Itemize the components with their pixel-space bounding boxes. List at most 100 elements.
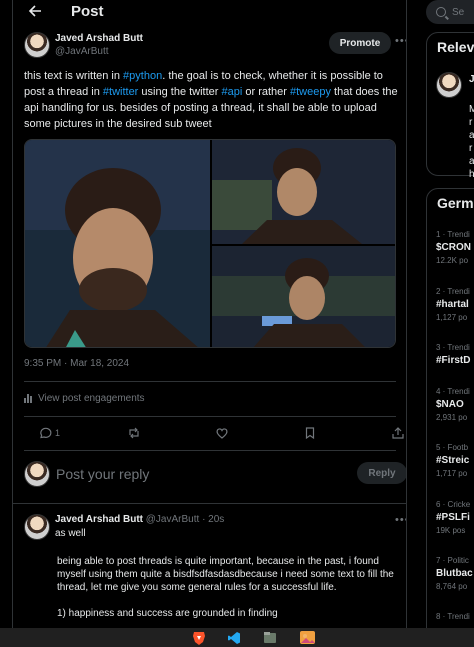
trend-count: 12.2K po — [436, 256, 469, 265]
tweet-media-grid[interactable] — [24, 139, 396, 348]
trend-count: 8,764 po — [436, 582, 468, 591]
trend-item[interactable]: 6 · Cricke #PSLFi 19K pos — [436, 500, 470, 535]
share-action[interactable] — [391, 426, 405, 440]
trends-title: Germ — [437, 195, 474, 211]
trend-meta: 2 · Trendi — [436, 287, 470, 296]
avatar — [24, 461, 50, 487]
trend-meta: 3 · Trendi — [436, 343, 470, 352]
trend-item[interactable]: 7 · Politic Blutbac 8,764 po — [436, 556, 473, 591]
trend-name: #FirstD — [436, 355, 471, 366]
trend-count: 2,931 po — [436, 413, 468, 422]
tweet-author: Javed Arshad Butt @JavArButt Promote ••• — [24, 32, 406, 58]
trend-name: #hartal — [436, 299, 469, 310]
bookmark-action[interactable] — [303, 426, 317, 440]
like-action[interactable] — [215, 426, 229, 440]
back-arrow-icon[interactable] — [25, 1, 45, 21]
tweet-text-segment: using the twitter — [138, 86, 222, 98]
repost-icon — [129, 427, 139, 439]
trend-meta: 1 · Trendi — [436, 230, 470, 239]
trend-name: #Streic — [436, 455, 470, 466]
analytics-icon — [24, 394, 33, 403]
reply-icon — [40, 427, 52, 439]
reply-action[interactable]: 1 — [38, 426, 60, 440]
reply-subtitle: as well — [55, 528, 86, 539]
reply-body: being able to post threads is quite impo… — [57, 555, 397, 628]
trend-meta: 7 · Politic — [436, 556, 469, 565]
view-engagements-link[interactable]: View post engagements — [24, 393, 145, 404]
main-column: Post Javed Arshad Butt @JavArButt Promot… — [12, 0, 407, 628]
reply-count: 1 — [55, 428, 61, 438]
trend-meta: 8 · Trendi — [436, 612, 470, 621]
divider — [24, 381, 396, 382]
reply-button[interactable]: Reply — [357, 462, 406, 484]
trend-item[interactable]: 8 · Trendi — [436, 612, 470, 624]
hashtag-link[interactable]: #api — [222, 86, 243, 98]
promote-button[interactable]: Promote — [329, 32, 391, 54]
tweet-text-segment: this text is written in — [24, 70, 124, 82]
more-options-icon[interactable]: ••• — [395, 514, 406, 526]
avatar[interactable] — [436, 72, 462, 98]
header: Post — [13, 0, 406, 24]
reply-paragraph: 1) happiness and success are grounded in… — [57, 608, 278, 619]
tweet-photo[interactable] — [212, 246, 395, 347]
trend-name: #PSLFi — [436, 512, 470, 523]
relevant-title: Relev — [437, 39, 474, 55]
hashtag-link[interactable]: #tweepy — [290, 86, 331, 98]
trend-item[interactable]: 3 · Trendi #FirstD — [436, 343, 470, 369]
tweet-text: this text is written in #python. the goa… — [24, 68, 399, 132]
files-icon[interactable] — [262, 630, 278, 645]
avatar[interactable] — [24, 32, 50, 58]
trend-count: 1,717 po — [436, 469, 468, 478]
trend-item[interactable]: 5 · Footb #Streic 1,717 po — [436, 443, 469, 478]
author-name[interactable]: Javed Arshad Butt — [55, 514, 143, 525]
search-placeholder: Se — [452, 6, 465, 18]
tweet-photo[interactable] — [25, 140, 210, 347]
heart-icon — [216, 428, 228, 439]
trend-item[interactable]: 4 · Trendi $NAO 2,931 po — [436, 387, 470, 422]
reply-composer: Post your reply Reply — [24, 460, 406, 488]
more-options-icon[interactable]: ••• — [395, 35, 406, 47]
relevant-people-box: Relev — [426, 32, 474, 176]
reply-input[interactable]: Post your reply — [56, 466, 149, 482]
tweet-text-segment: or rather — [242, 86, 290, 98]
divider — [24, 450, 396, 451]
page-title: Post — [71, 2, 104, 20]
hashtag-link[interactable]: #twitter — [103, 86, 138, 98]
trend-meta: 6 · Cricke — [436, 500, 471, 509]
tweet-timestamp[interactable]: 9:35 PM · Mar 18, 2024 — [24, 358, 129, 369]
avatar[interactable] — [24, 514, 50, 540]
engagements-label: View post engagements — [38, 393, 145, 404]
vscode-icon[interactable] — [226, 630, 242, 645]
search-icon — [436, 7, 446, 17]
bookmark-icon — [305, 427, 315, 440]
trend-name: $CRON — [436, 242, 472, 253]
author-handle[interactable]: @JavArButt — [55, 45, 143, 58]
reply-paragraph: being able to post threads is quite impo… — [57, 556, 394, 593]
trend-meta: 4 · Trendi — [436, 387, 470, 396]
trend-count: 19K pos — [436, 526, 466, 535]
reply-time[interactable]: · 20s — [202, 514, 224, 525]
tweet-photo[interactable] — [212, 140, 395, 244]
trend-name: Blutbac — [436, 568, 473, 579]
trend-item[interactable]: 2 · Trendi #hartal 1,127 po — [436, 287, 470, 322]
author-handle[interactable]: @JavArButt — [146, 514, 200, 525]
right-sidebar: Se Relev J M r a r a h Germ 1 · Trendi $C… — [426, 0, 474, 647]
trend-count: 1,127 po — [436, 313, 468, 322]
reply-author: Javed Arshad Butt @JavArButt · 20s — [55, 514, 224, 525]
taskbar — [0, 628, 474, 647]
trend-item[interactable]: 1 · Trendi $CRON 12.2K po — [436, 230, 471, 265]
search-input[interactable]: Se — [426, 0, 474, 24]
tweet-actions: 1 — [24, 426, 404, 442]
trend-meta: 5 · Footb — [436, 443, 469, 452]
relevant-name[interactable]: J — [469, 74, 474, 85]
divider — [24, 416, 396, 417]
divider — [13, 503, 406, 504]
share-icon — [392, 427, 404, 439]
trend-name: $NAO — [436, 399, 464, 410]
author-name[interactable]: Javed Arshad Butt — [55, 32, 143, 45]
hashtag-link[interactable]: #python — [123, 70, 162, 82]
photos-icon[interactable] — [299, 630, 315, 645]
repost-action[interactable] — [127, 426, 141, 440]
brave-icon[interactable] — [191, 630, 207, 645]
relevant-bio: M r a r a h — [469, 104, 474, 180]
